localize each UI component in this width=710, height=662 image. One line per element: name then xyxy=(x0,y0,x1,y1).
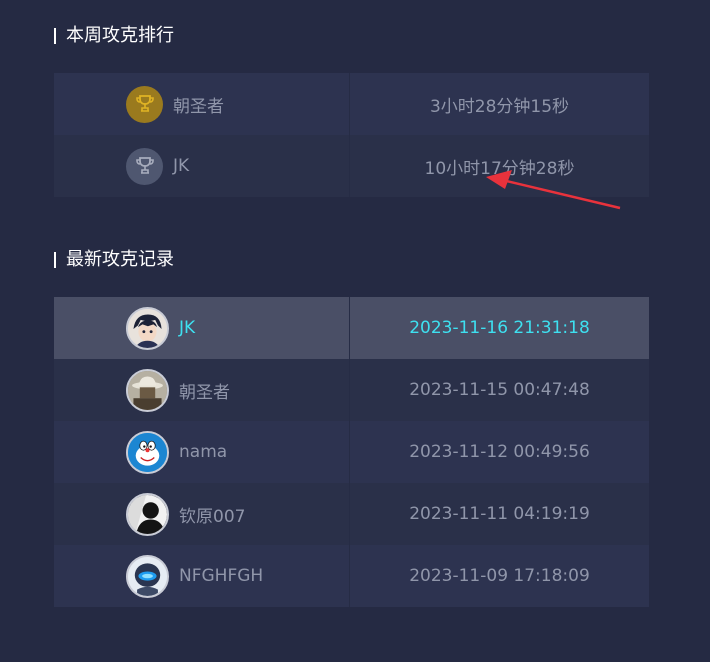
cowboy-hat-avatar[interactable] xyxy=(126,368,169,412)
record-datetime: 2023-11-11 04:19:19 xyxy=(409,504,590,524)
latest-records-table: JK 2023-11-16 21:31:18 朝圣者 2023-11-15 00… xyxy=(54,297,649,607)
weekly-ranking-title-text: 本周攻克排行 xyxy=(66,25,174,46)
gold-trophy-icon xyxy=(126,85,163,123)
record-user-name[interactable]: 朝圣者 xyxy=(179,378,230,403)
record-datetime: 2023-11-12 00:49:56 xyxy=(409,442,590,462)
record-datetime: 2023-11-15 00:47:48 xyxy=(409,380,590,400)
record-row[interactable]: 朝圣者 2023-11-15 00:47:48 xyxy=(54,359,649,421)
ranking-time: 10小时17分钟28秒 xyxy=(424,158,575,179)
record-datetime: 2023-11-09 17:18:09 xyxy=(409,566,590,586)
record-user-cell: nama xyxy=(54,421,350,483)
record-user-cell: 朝圣者 xyxy=(54,359,350,421)
ranking-row[interactable]: 朝圣者 3小时28分钟15秒 xyxy=(54,73,649,135)
record-user-cell: NFGHFGH xyxy=(54,545,350,607)
weekly-ranking-title: 本周攻克排行 xyxy=(54,27,174,45)
record-user-cell: JK xyxy=(54,297,350,359)
record-user-name[interactable]: NFGHFGH xyxy=(179,566,263,586)
ranking-row[interactable]: JK 10小时17分钟28秒 xyxy=(54,135,649,197)
ranking-user-cell: 朝圣者 xyxy=(54,73,350,135)
record-row[interactable]: JK 2023-11-16 21:31:18 xyxy=(54,297,649,359)
record-user-name[interactable]: JK xyxy=(179,318,195,338)
ranking-user-name[interactable]: 朝圣者 xyxy=(173,92,224,117)
ranking-time: 3小时28分钟15秒 xyxy=(429,96,570,117)
record-row[interactable]: nama 2023-11-12 00:49:56 xyxy=(54,421,649,483)
doraemon-avatar[interactable] xyxy=(126,430,169,474)
title-marker xyxy=(54,28,56,44)
ranking-user-cell: JK xyxy=(54,135,350,197)
record-row[interactable]: 钦原007 2023-11-11 04:19:19 xyxy=(54,483,649,545)
ranking-user-name[interactable]: JK xyxy=(173,156,189,176)
record-user-cell: 钦原007 xyxy=(54,483,350,545)
latest-records-title-text: 最新攻克记录 xyxy=(66,249,174,270)
record-user-name[interactable]: nama xyxy=(179,442,227,462)
anime-boy-avatar[interactable] xyxy=(126,306,169,350)
record-user-name[interactable]: 钦原007 xyxy=(179,502,245,527)
silhouette-avatar[interactable] xyxy=(126,492,169,536)
robot-helmet-avatar[interactable] xyxy=(126,554,169,598)
weekly-ranking-table: 朝圣者 3小时28分钟15秒 JK 10小时17分钟28秒 xyxy=(54,73,649,197)
record-row[interactable]: NFGHFGH 2023-11-09 17:18:09 xyxy=(54,545,649,607)
latest-records-title: 最新攻克记录 xyxy=(54,251,174,269)
record-datetime: 2023-11-16 21:31:18 xyxy=(409,318,590,338)
silver-trophy-icon xyxy=(126,147,163,185)
title-marker xyxy=(54,252,56,268)
